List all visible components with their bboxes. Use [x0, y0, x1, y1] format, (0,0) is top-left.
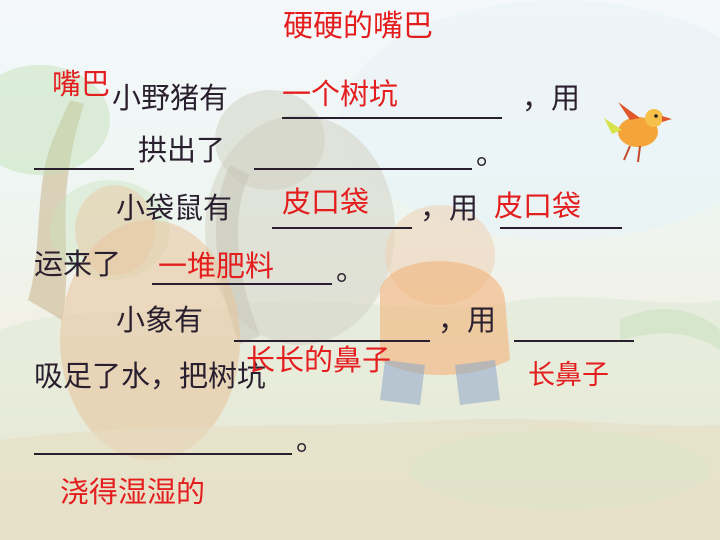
blank-pig-tool [34, 168, 134, 170]
line5-text-2: ，用 [438, 303, 497, 337]
line2-text: 拱出了 [138, 133, 226, 167]
answer-kangaroo-tool: 皮口袋 [494, 189, 582, 223]
blank-kangaroo-tool [500, 227, 622, 229]
page-title: 硬硬的嘴巴 [283, 9, 433, 44]
line1-text-2: ，用 [522, 81, 581, 115]
line3-text: 小袋鼠有 [116, 191, 233, 225]
line2-period: 。 [476, 137, 506, 171]
answer-kangaroo-has: 皮口袋 [282, 185, 370, 219]
blank-elephant-tool [514, 340, 634, 342]
answer-elephant-tool: 长鼻子 [528, 360, 609, 391]
answer-pig-result: 一个树坑 [282, 77, 399, 111]
blank-tree-pit-result [34, 453, 292, 455]
blank-kangaroo-has [272, 227, 412, 229]
blank-kangaroo-result [152, 283, 332, 285]
answer-elephant-has: 长长的鼻子 [246, 343, 392, 377]
blank-pig-result [254, 168, 472, 170]
line7-period: 。 [296, 423, 326, 457]
blank-pig-has [282, 117, 502, 119]
line5-text: 小象有 [116, 303, 204, 337]
answer-tree-pit-result: 浇得湿湿的 [60, 475, 206, 509]
line4-text: 运来了 [34, 247, 122, 281]
answer-kangaroo-result: 一堆肥料 [158, 249, 275, 283]
line6-text: 吸足了水，把树坑 [34, 359, 267, 393]
line3-text-2: ，用 [420, 191, 479, 225]
answer-pig-tool: 嘴巴 [52, 67, 111, 101]
slide: 硬硬的嘴巴 嘴巴 小野猪有 一个树坑 ，用 拱出了 。 小袋鼠有 皮口袋 ，用 … [0, 0, 720, 540]
line4-period: 。 [336, 253, 366, 287]
blank-elephant-has [234, 340, 430, 342]
line1-text: 小野猪有 [112, 81, 229, 115]
